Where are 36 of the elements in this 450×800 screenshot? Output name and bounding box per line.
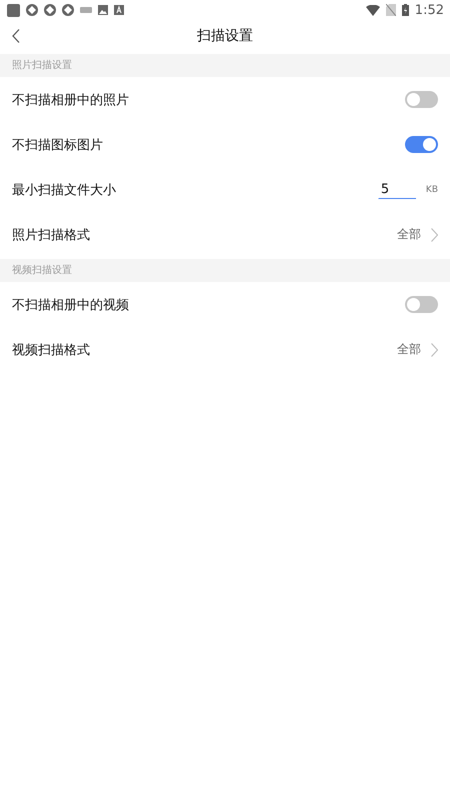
chevron-icon bbox=[431, 228, 438, 242]
chevron-icon bbox=[431, 342, 438, 356]
wifi-icon bbox=[366, 4, 380, 16]
font-icon bbox=[114, 5, 124, 15]
setting-label: 最小扫描文件大小 bbox=[12, 182, 116, 198]
selected-value: 全部 bbox=[397, 226, 421, 243]
setting-row[interactable]: 视频扫描格式 全部 bbox=[0, 327, 450, 372]
setting-row[interactable]: 照片扫描格式 全部 bbox=[0, 212, 450, 257]
sync-icon bbox=[26, 4, 38, 16]
no-sim-icon bbox=[386, 4, 396, 16]
page-title: 扫描设置 bbox=[197, 27, 253, 45]
section-header: 照片扫描设置 bbox=[0, 54, 450, 77]
setting-label: 不扫描图标图片 bbox=[12, 136, 103, 154]
sync-icon bbox=[44, 4, 56, 16]
sync-icon bbox=[62, 4, 74, 16]
app-icon bbox=[7, 4, 20, 16]
setting-row[interactable]: 最小扫描文件大小 5 KB bbox=[0, 167, 450, 212]
number-field[interactable]: 5 bbox=[378, 180, 416, 199]
section-header: 视频扫描设置 bbox=[0, 259, 450, 282]
toggle-switch[interactable] bbox=[405, 296, 438, 313]
setting-row[interactable]: 不扫描相册中的照片 bbox=[0, 77, 450, 122]
setting-row[interactable]: 不扫描相册中的视频 bbox=[0, 282, 450, 327]
back-icon[interactable] bbox=[12, 29, 20, 43]
toggle-switch[interactable] bbox=[405, 91, 438, 108]
setting-label: 不扫描相册中的照片 bbox=[12, 92, 129, 108]
keyboard-icon bbox=[80, 7, 92, 13]
setting-row[interactable]: 不扫描图标图片 bbox=[0, 122, 450, 167]
setting-label: 不扫描相册中的视频 bbox=[12, 296, 129, 314]
clock-time: 1:52 bbox=[414, 2, 444, 18]
toggle-switch[interactable] bbox=[405, 136, 438, 153]
battery-icon bbox=[402, 4, 409, 16]
image-icon bbox=[98, 5, 108, 15]
setting-label: 照片扫描格式 bbox=[12, 226, 90, 244]
selected-value: 全部 bbox=[397, 341, 421, 358]
setting-label: 视频扫描格式 bbox=[12, 342, 90, 358]
unit-label: KB bbox=[426, 184, 438, 194]
